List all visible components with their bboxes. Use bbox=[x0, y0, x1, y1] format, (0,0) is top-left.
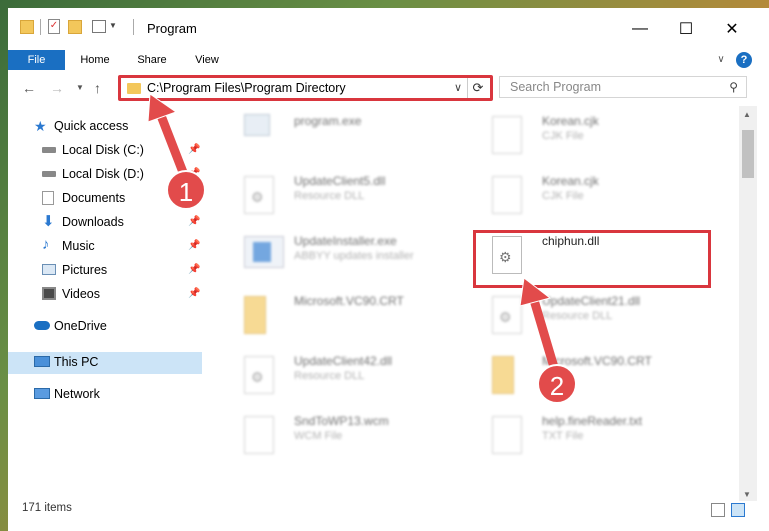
annotation-arrows bbox=[147, 93, 561, 379]
arrow-2 bbox=[519, 277, 561, 379]
step-2-badge: 2 bbox=[537, 364, 577, 404]
arrow-1 bbox=[147, 93, 191, 185]
step-1-badge: 1 bbox=[166, 170, 206, 210]
